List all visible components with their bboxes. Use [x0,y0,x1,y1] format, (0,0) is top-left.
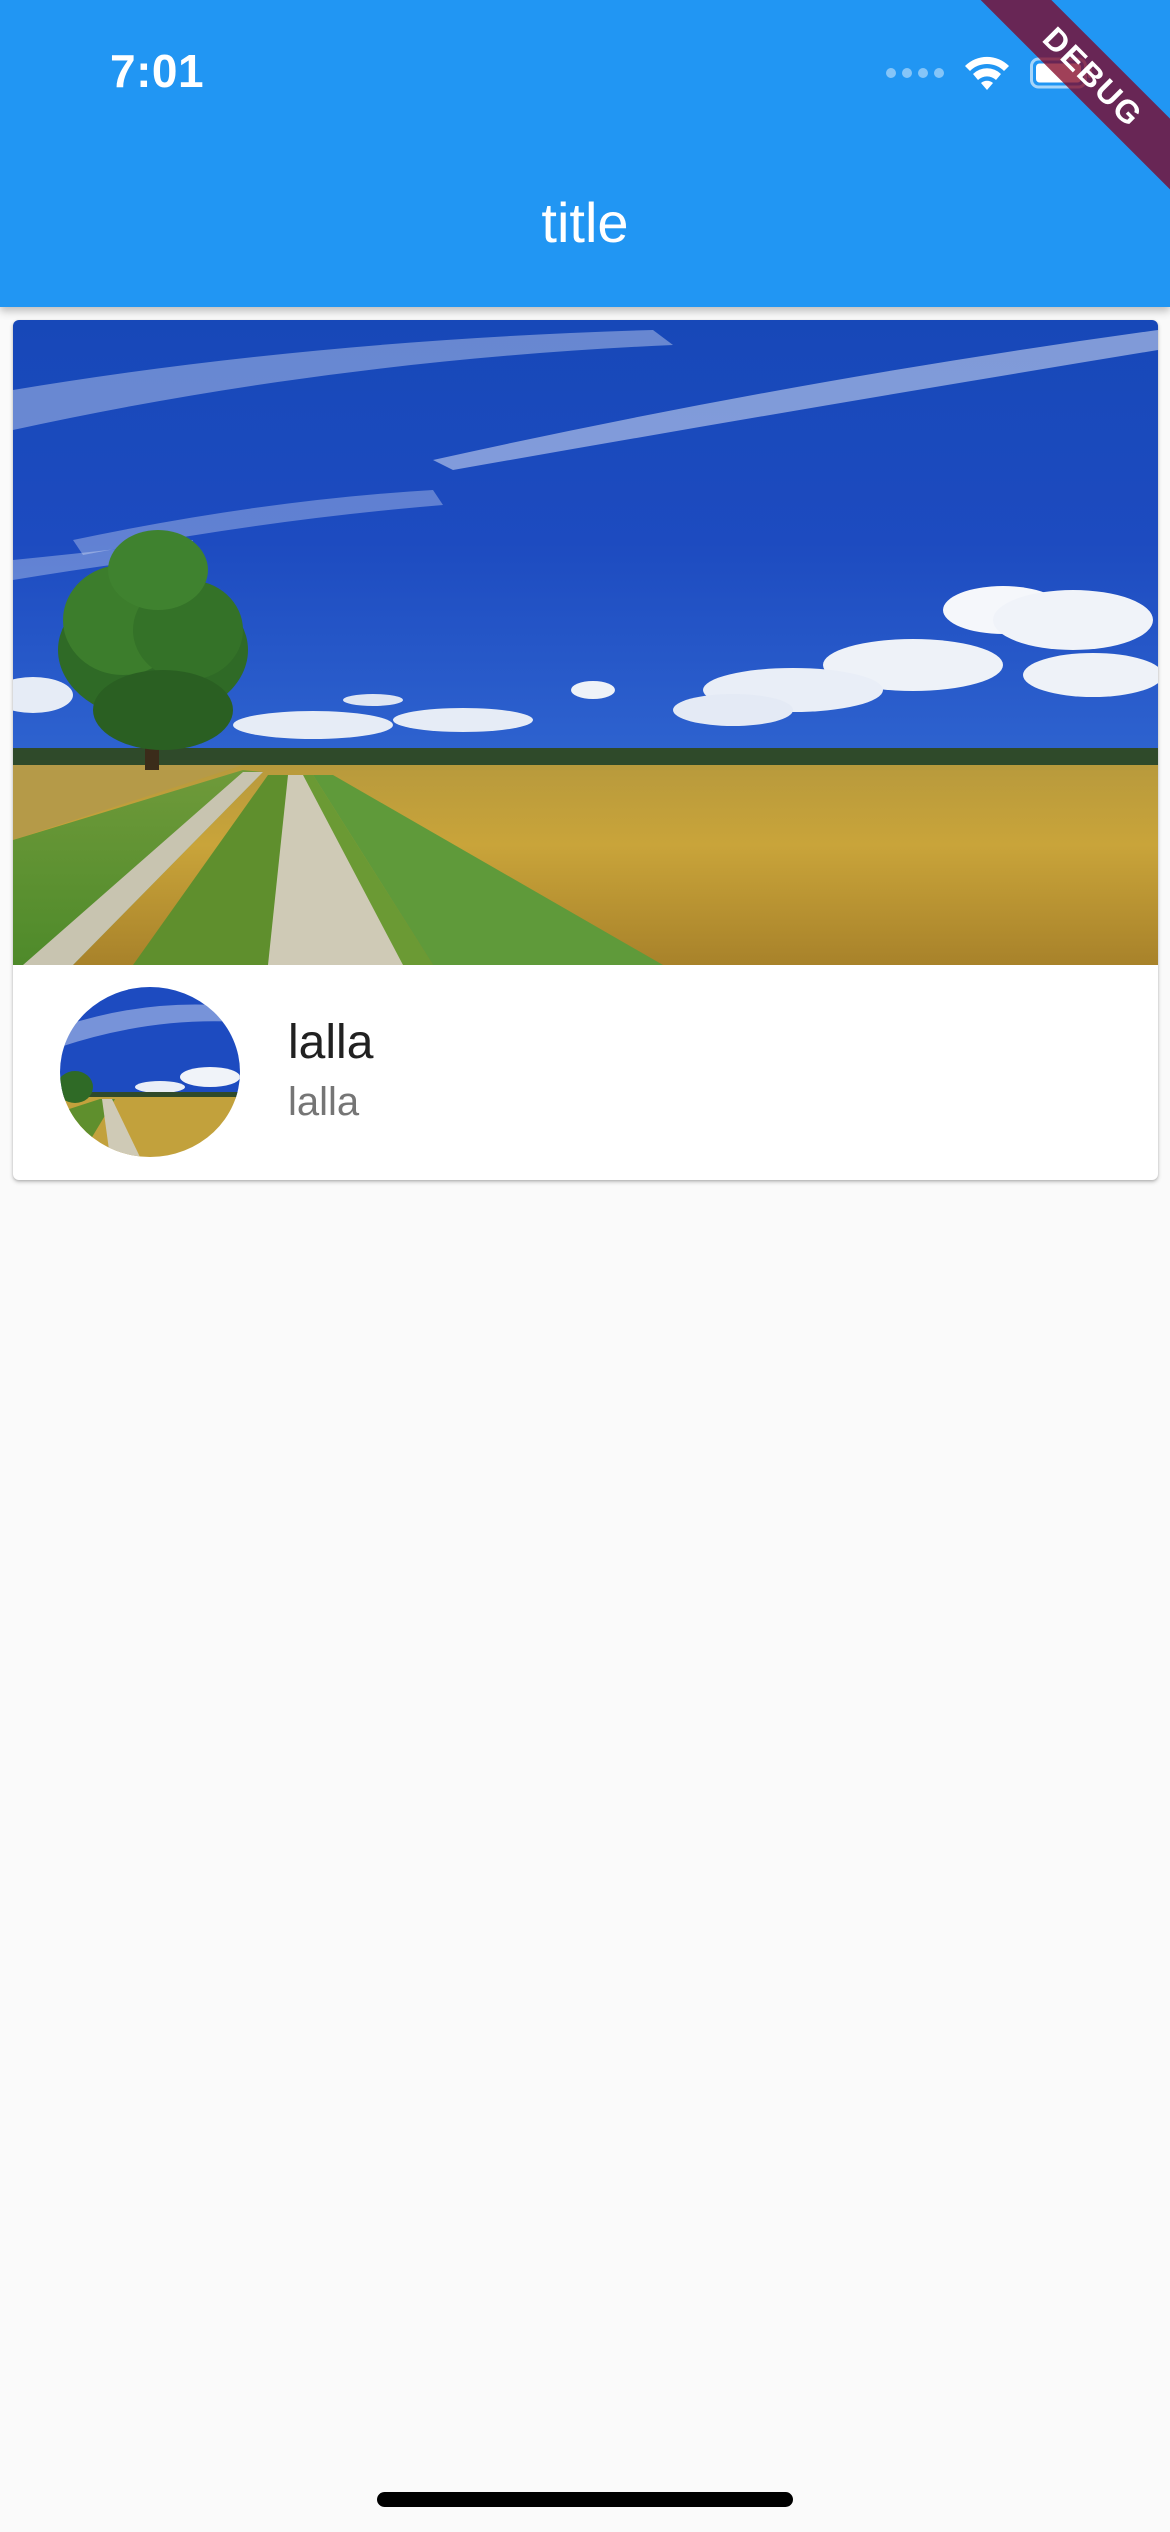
status-time: 7:01 [110,45,205,97]
app-bar: 7:01 title [0,0,1170,307]
card-title: lalla [288,1016,374,1069]
card-subtitle: lalla [288,1080,360,1124]
page-title: title [541,191,629,254]
screen: 7:01 title DEBUG lalla lalla [0,0,1170,2532]
card[interactable]: lalla lalla [13,320,1158,1180]
battery-icon [1030,56,1094,90]
list-tile[interactable]: lalla lalla [13,965,1158,1180]
status-icons [886,54,1094,92]
signal-icon [886,68,944,78]
card-landscape-image [13,320,1158,965]
wifi-icon [962,54,1012,92]
home-indicator[interactable] [377,2492,793,2507]
avatar [60,987,240,1157]
